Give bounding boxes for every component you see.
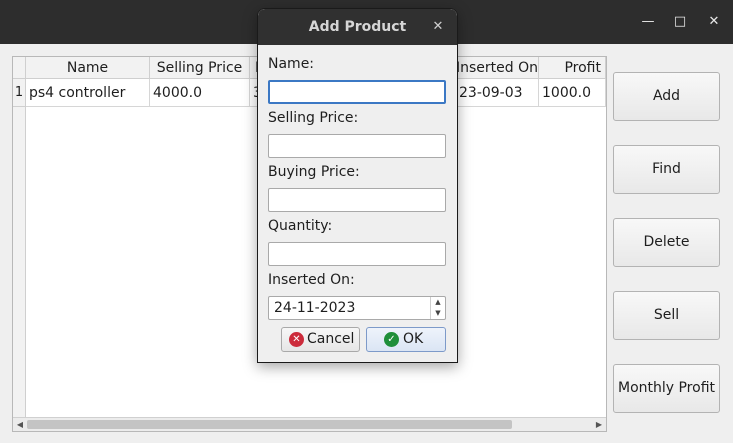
spin-down-icon[interactable]: ▼	[431, 308, 445, 319]
inserted-on-date-field[interactable]: 24-11-2023 ▲ ▼	[268, 296, 446, 320]
add-button[interactable]: Add	[613, 72, 720, 121]
table-cell-name[interactable]: ps4 controller	[26, 79, 150, 107]
table-cell-selling-price[interactable]: 4000.0	[150, 79, 250, 107]
find-button[interactable]: Find	[613, 145, 720, 194]
cancel-button-label: Cancel	[307, 331, 355, 347]
monthly-profit-button[interactable]: Monthly Profit	[613, 364, 720, 413]
close-icon[interactable]: ✕	[706, 14, 722, 30]
check-circle-icon: ✓	[384, 332, 399, 347]
maximize-icon[interactable]: □	[672, 14, 688, 30]
cancel-button[interactable]: ✕ Cancel	[281, 327, 360, 352]
column-header-name[interactable]: Name	[26, 57, 150, 79]
table-cell-profit[interactable]: 1000.0	[539, 79, 606, 107]
column-header-profit[interactable]: Profit	[539, 57, 606, 79]
table-corner	[13, 57, 26, 79]
scroll-left-icon[interactable]: ◀	[13, 418, 27, 431]
name-field[interactable]	[268, 80, 446, 104]
spin-up-icon[interactable]: ▲	[431, 297, 445, 308]
scrollbar-thumb[interactable]	[27, 420, 512, 429]
cancel-circle-icon: ✕	[289, 332, 304, 347]
inserted-on-label: Inserted On:	[268, 272, 355, 288]
column-header-inserted-on[interactable]: Inserted On	[456, 57, 539, 79]
delete-button[interactable]: Delete	[613, 218, 720, 267]
name-label: Name:	[268, 56, 315, 72]
date-spinner[interactable]: ▲ ▼	[430, 297, 445, 319]
horizontal-scrollbar[interactable]: ◀ ▶	[13, 417, 606, 431]
dialog-title: Add Product	[308, 19, 407, 35]
column-header-selling-price[interactable]: Selling Price	[150, 57, 250, 79]
quantity-label: Quantity:	[268, 218, 333, 234]
scroll-right-icon[interactable]: ▶	[592, 418, 606, 431]
selling-price-field[interactable]	[268, 134, 446, 158]
ok-button[interactable]: ✓ OK	[366, 327, 446, 352]
buying-price-label: Buying Price:	[268, 164, 360, 180]
inserted-on-date-value: 24-11-2023	[274, 300, 356, 316]
add-product-dialog: Add Product ✕ Name: Selling Price: Buyin…	[257, 8, 458, 363]
quantity-field[interactable]	[268, 242, 446, 266]
row-number[interactable]: 1	[13, 79, 26, 107]
buying-price-field[interactable]	[268, 188, 446, 212]
selling-price-label: Selling Price:	[268, 110, 359, 126]
dialog-titlebar[interactable]: Add Product ✕	[258, 9, 457, 45]
ok-button-label: OK	[403, 331, 424, 347]
close-icon[interactable]: ✕	[430, 19, 446, 35]
sell-button[interactable]: Sell	[613, 291, 720, 340]
table-cell-inserted-on[interactable]: 23-09-03	[456, 79, 539, 107]
vertical-header-strip	[13, 107, 26, 417]
minimize-icon[interactable]: —	[640, 14, 656, 30]
